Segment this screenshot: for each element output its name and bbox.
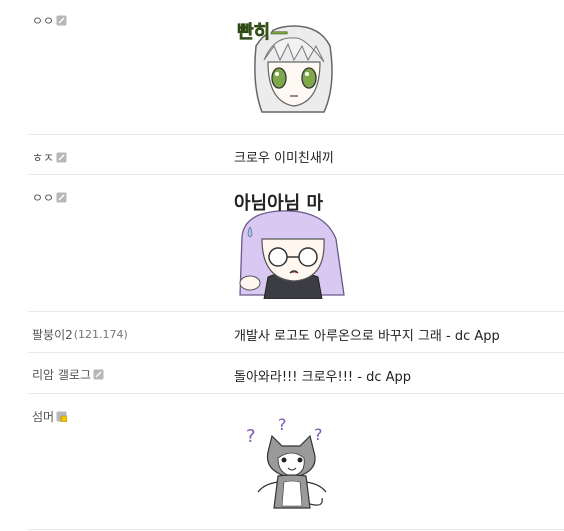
dccon-caption: 빤히— [237, 22, 288, 43]
comment-row: ㅎㅈ 크로우 이미친새끼 [0, 135, 564, 174]
question-mark-icon: ? [246, 426, 256, 447]
dccon-caption: 아님아님 마 [234, 193, 324, 214]
fixed-nick-icon[interactable] [56, 15, 67, 26]
nickname[interactable]: ㅇㅇ [32, 12, 54, 29]
nickname[interactable]: 섬머 [32, 408, 54, 425]
nickname[interactable]: 리암 갤로그 [32, 366, 91, 383]
comment-row: 섬머 ? ? ? [0, 394, 564, 531]
half-fixed-nick-icon[interactable] [56, 411, 68, 422]
question-mark-icon: ? [278, 415, 287, 434]
comment-author[interactable]: 리암 갤로그 [32, 366, 104, 383]
fixed-nick-icon[interactable] [56, 192, 67, 203]
comment-row: ㅇㅇ 아님아님 마 [0, 175, 564, 311]
comment-row: 팔붕이2 (121.174) 개발사 로고도 아루온으로 바꾸지 그래 - dc… [0, 312, 564, 352]
nickname[interactable]: 팔붕이2 [32, 326, 73, 343]
ip-address: (121.174) [73, 328, 128, 341]
comment-text: 크로우 이미친새끼 [234, 151, 334, 166]
divider [28, 529, 564, 530]
comment-text: 돌아와라!!! 크로우!!! - dc App [234, 370, 412, 385]
comment-author[interactable]: ㅎㅈ [32, 149, 67, 166]
dccon-image: 빤히— [235, 22, 333, 113]
fixed-nick-icon[interactable] [56, 152, 67, 163]
comment-row: ㅇㅇ 빤히— [0, 0, 564, 134]
dccon-image: 아님아님 마 [234, 193, 345, 299]
comment-text: 개발사 로고도 아루온으로 바꾸지 그래 - dc App [234, 329, 500, 344]
comment-author[interactable]: 팔붕이2 (121.174) [32, 326, 128, 343]
comment-author[interactable]: ㅇㅇ [32, 12, 67, 29]
question-mark-icon: ? [314, 425, 323, 444]
comment-row: 리암 갤로그 돌아와라!!! 크로우!!! - dc App [0, 353, 564, 393]
nickname[interactable]: ㅇㅇ [32, 189, 54, 206]
nickname[interactable]: ㅎㅈ [32, 149, 54, 166]
fixed-nick-icon[interactable] [93, 369, 104, 380]
comment-author[interactable]: ㅇㅇ [32, 189, 67, 206]
comment-list: ㅇㅇ 빤히— ㅎㅈ 크로우 이미친새끼 ㅇㅇ 아님아님 마 팔붕이2 (121.… [0, 0, 564, 531]
dccon-image: ? ? ? [246, 415, 327, 509]
comment-author[interactable]: 섬머 [32, 408, 68, 425]
